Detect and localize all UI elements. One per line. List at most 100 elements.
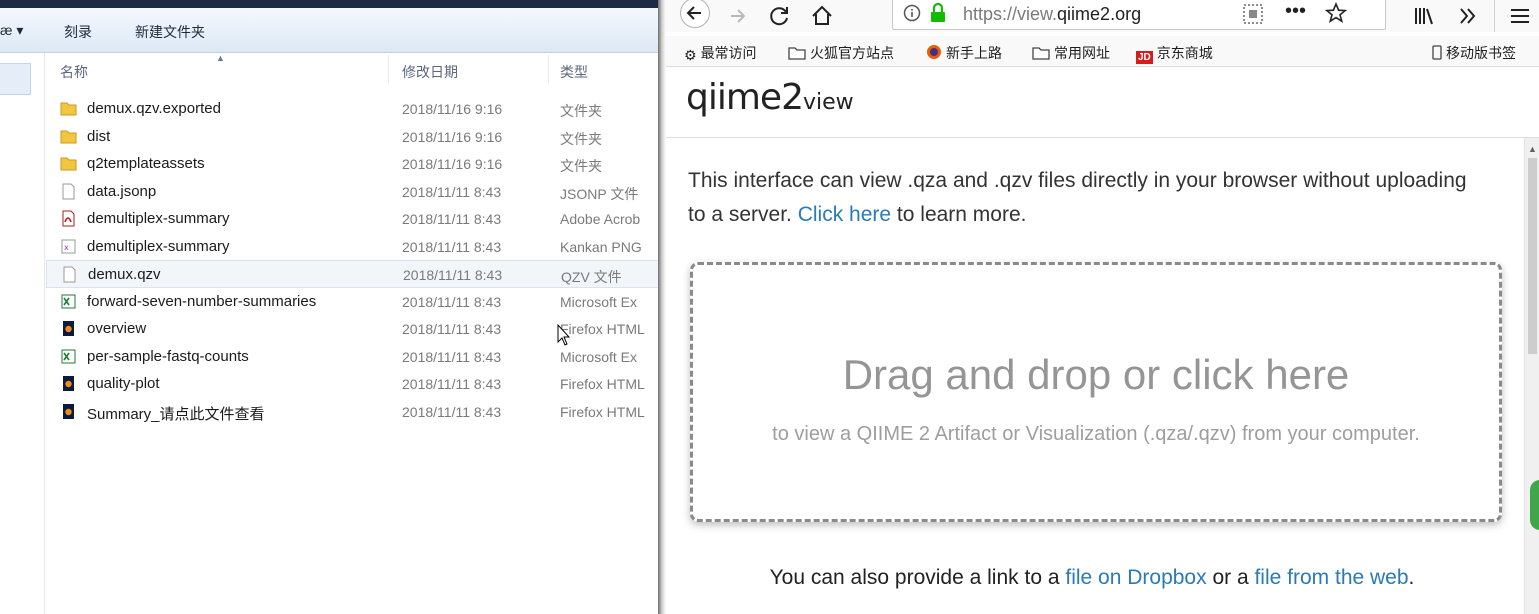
column-header-date[interactable]: 修改日期: [402, 62, 458, 82]
file-row[interactable]: data.jsonp 2018/11/11 8:43 JSONP 文件: [46, 178, 660, 206]
bookmark-star-icon[interactable]: [1325, 2, 1347, 24]
file-date: 2018/11/16 9:16: [402, 101, 503, 117]
main-content: This interface can view .qza and .qzv fi…: [666, 138, 1524, 614]
burn-button[interactable]: 刻录: [64, 22, 92, 42]
info-icon[interactable]: [903, 4, 921, 22]
page-actions-icon[interactable]: •••: [1285, 0, 1306, 23]
bookmark-label: 京东商城: [1156, 45, 1213, 61]
scroll-up-arrow-icon[interactable]: ▲: [1528, 144, 1537, 154]
file-name[interactable]: Summary_请点此文件查看: [87, 403, 265, 424]
bookmark-jd-mall[interactable]: JD 京东商城: [1136, 43, 1213, 64]
html-icon: [60, 403, 77, 420]
organize-menu-button[interactable]: æ ▾: [0, 22, 23, 39]
column-header-row: ▲ 名称 修改日期 类型: [46, 53, 660, 85]
file-row[interactable]: quality-plot 2018/11/11 8:43 Firefox HTML: [46, 370, 660, 398]
learn-more-link[interactable]: Click here: [798, 203, 891, 226]
bookmark-label: 最常访问: [700, 45, 757, 61]
file-name[interactable]: demultiplex-summary: [87, 210, 230, 227]
folder-icon: [60, 155, 77, 172]
alternate-source-text: You can also provide a link to a file on…: [666, 566, 1518, 590]
file-row[interactable]: per-sample-fastq-counts 2018/11/11 8:43 Mi…: [46, 343, 660, 371]
bookmark-common-sites[interactable]: 常用网址: [1032, 43, 1110, 63]
file-name[interactable]: demux.qzv.exported: [87, 100, 221, 117]
menu-hamburger-icon[interactable]: [1506, 2, 1534, 30]
document-icon: [60, 183, 77, 200]
file-type: Adobe Acrob: [560, 211, 641, 227]
browser-window: https://view.qiime2.org ••• ⚙ 最常访问 火狐官方站点…: [666, 0, 1539, 614]
file-date: 2018/11/11 8:43: [402, 348, 502, 365]
navigation-pane[interactable]: [0, 53, 45, 614]
logo-text: qiime2: [686, 77, 804, 118]
explorer-toolbar: æ ▾ 刻录 新建文件夹: [0, 8, 660, 53]
excel-icon: [60, 348, 77, 365]
bookmark-firefox-official[interactable]: 火狐官方站点: [788, 43, 894, 63]
qr-code-icon[interactable]: [1243, 4, 1263, 24]
bookmark-mobile[interactable]: 移动版书签: [1432, 43, 1516, 63]
file-name[interactable]: dist: [87, 128, 110, 145]
file-date: 2018/11/11 8:43: [403, 267, 503, 283]
file-row[interactable]: Summary_请点此文件查看 2018/11/11 8:43 Firefox HT…: [46, 398, 660, 426]
folder-icon: [1032, 47, 1050, 60]
file-row[interactable]: q2templateassets 2018/11/16 9:16 文件夹: [46, 150, 660, 178]
gear-icon: ⚙: [684, 47, 697, 63]
file-name[interactable]: overview: [87, 320, 146, 337]
file-row[interactable]: dist 2018/11/16 9:16 文件夹: [46, 123, 660, 151]
browser-navbar: https://view.qiime2.org •••: [666, 0, 1539, 32]
navigation-selected-item[interactable]: [0, 63, 31, 95]
floating-badge[interactable]: [1530, 480, 1539, 530]
intro-text-end: to learn more.: [891, 203, 1027, 226]
file-name[interactable]: demultiplex-summary: [87, 238, 230, 255]
file-row[interactable]: forward-seven-number-summaries 2018/11/11…: [46, 288, 660, 316]
back-button[interactable]: [680, 0, 710, 28]
alt-text-mid: or a: [1206, 566, 1255, 589]
file-row[interactable]: x demultiplex-summary 2018/11/11 8:43 Kanka…: [46, 233, 660, 261]
column-header-type[interactable]: 类型: [560, 62, 588, 82]
lock-icon[interactable]: [929, 2, 947, 24]
file-list: demux.qzv.exported 2018/11/16 9:16 文件夹 dist…: [46, 95, 660, 425]
vertical-scrollbar[interactable]: ▲: [1524, 138, 1539, 614]
web-file-link[interactable]: file from the web: [1254, 566, 1408, 589]
url-bar[interactable]: https://view.qiime2.org •••: [892, 0, 1386, 30]
column-divider[interactable]: [548, 55, 549, 83]
file-type: Kankan PNG: [560, 238, 642, 255]
forward-button[interactable]: [724, 2, 752, 30]
back-arrow-icon: [686, 6, 701, 20]
file-name[interactable]: forward-seven-number-summaries: [87, 293, 316, 310]
file-type: QZV 文件: [561, 269, 622, 285]
scrollbar-thumb[interactable]: [1528, 158, 1537, 354]
file-type: Firefox HTML: [560, 403, 645, 420]
file-date: 2018/11/11 8:43: [402, 403, 502, 420]
bookmark-most-visited[interactable]: ⚙ 最常访问: [684, 43, 757, 64]
column-divider[interactable]: [388, 55, 389, 83]
html-icon: [60, 375, 77, 392]
file-date: 2018/11/16 9:16: [402, 128, 503, 145]
bookmark-label: 新手上路: [946, 45, 1002, 61]
file-row[interactable]: demux.qzv.exported 2018/11/16 9:16 文件夹: [46, 95, 660, 123]
home-button[interactable]: [808, 2, 836, 30]
qiime2-view-logo[interactable]: qiime2view: [686, 77, 854, 118]
file-name[interactable]: data.jsonp: [87, 183, 156, 200]
file-date: 2018/11/11 8:43: [402, 238, 502, 255]
bookmark-getting-started[interactable]: 新手上路: [926, 43, 1002, 63]
file-type: 文件夹: [560, 103, 602, 119]
file-date: 2018/11/11 8:43: [402, 321, 502, 337]
url-text[interactable]: https://view.qiime2.org: [963, 4, 1141, 25]
bookmark-label: 火狐官方站点: [810, 45, 894, 61]
file-name[interactable]: q2templateassets: [87, 155, 205, 172]
reload-button[interactable]: [766, 2, 794, 30]
file-row[interactable]: demux.qzv 2018/11/11 8:43 QZV 文件: [46, 260, 660, 288]
file-name[interactable]: per-sample-fastq-counts: [87, 348, 249, 365]
file-row[interactable]: demultiplex-summary 2018/11/11 8:43 Adobe …: [46, 205, 660, 233]
new-folder-button[interactable]: 新建文件夹: [135, 22, 205, 42]
file-name[interactable]: demux.qzv: [88, 266, 161, 283]
file-dropzone[interactable]: Drag and drop or click here to view a QI…: [690, 262, 1502, 522]
file-name[interactable]: quality-plot: [87, 375, 160, 392]
folder-icon: [788, 47, 806, 60]
file-type: JSONP 文件: [560, 185, 639, 202]
overflow-chevron-icon[interactable]: [1454, 2, 1482, 30]
column-header-name[interactable]: 名称: [60, 62, 88, 82]
png-icon: x: [60, 238, 77, 255]
dropbox-link[interactable]: file on Dropbox: [1065, 566, 1206, 589]
library-icon[interactable]: [1410, 2, 1438, 30]
window-divider: [658, 0, 666, 614]
